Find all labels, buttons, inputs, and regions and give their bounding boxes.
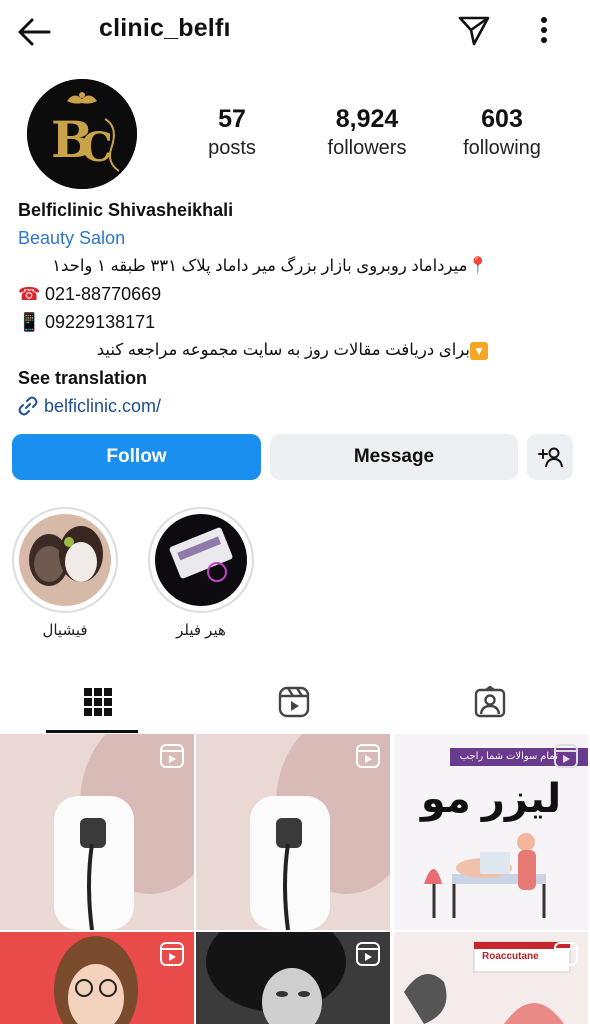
pin-icon: 📍 xyxy=(467,257,488,275)
down-arrow-icon: ▼ xyxy=(470,342,488,360)
profile-name: Belficlinic Shivasheikhali xyxy=(18,200,234,220)
message-button[interactable]: Message xyxy=(270,434,518,480)
follow-button[interactable]: Follow xyxy=(12,434,261,480)
followers-count[interactable]: 8,924 followers xyxy=(307,104,427,162)
reel-badge-icon xyxy=(554,744,578,768)
add-user-icon xyxy=(538,447,563,468)
post-tile[interactable] xyxy=(196,734,390,930)
address-text: میرداماد روبروی بازار بزرگ میر داماد پلا… xyxy=(52,257,468,275)
telephone-icon: ☎ xyxy=(18,284,41,304)
following-count[interactable]: 603 following xyxy=(442,104,562,162)
back-arrow-icon xyxy=(18,18,51,46)
profile-category[interactable]: Beauty Salon xyxy=(18,224,578,252)
highlight-facial-label: فیشیال xyxy=(42,622,88,639)
highlight-hair-filler[interactable]: هیر فیلر xyxy=(147,507,255,639)
profile-bio: Belficlinic Shivasheikhali Beauty Salon … xyxy=(18,196,578,420)
note-line: ▼برای دریافت مقالات روز به سایت مجموعه م… xyxy=(18,336,488,364)
following-label: following xyxy=(463,137,541,159)
highlight-hair-filler-image xyxy=(155,514,247,606)
highlight-ring xyxy=(148,507,254,613)
more-vertical-icon xyxy=(541,17,547,43)
following-value: 603 xyxy=(481,105,523,133)
highlight-facial[interactable]: فیشیال xyxy=(11,507,119,639)
post-tile[interactable]: Roaccutane xyxy=(394,932,588,1024)
posts-count: 57 posts xyxy=(172,104,292,162)
post-product-label: Roaccutane xyxy=(482,951,539,962)
back-button[interactable] xyxy=(14,12,54,52)
address-line: 📍میرداماد روبروی بازار بزرگ میر داماد پل… xyxy=(18,252,488,280)
reel-badge-icon xyxy=(160,942,184,966)
link-icon xyxy=(18,396,38,416)
post-tile[interactable] xyxy=(0,932,194,1024)
profile-tabs xyxy=(0,672,590,734)
website-link[interactable]: belficlinic.com/ xyxy=(18,392,578,420)
more-options-button[interactable] xyxy=(526,10,562,50)
tab-posts-grid[interactable] xyxy=(0,672,196,732)
posts-grid: تمام سوالات شما راجب لیزر مو Roaccutane xyxy=(0,734,590,1024)
tab-tagged[interactable] xyxy=(392,672,588,732)
tab-reels[interactable] xyxy=(196,672,392,732)
top-bar: clinic_belfı xyxy=(0,0,590,62)
tagged-user-icon xyxy=(474,686,506,718)
mobile-text: 09229138171 xyxy=(45,312,156,332)
posts-label: posts xyxy=(208,137,256,159)
suggested-accounts-button[interactable] xyxy=(527,434,573,480)
see-translation-link[interactable]: See translation xyxy=(18,364,578,392)
reel-badge-icon xyxy=(160,744,184,768)
paper-plane-icon xyxy=(458,16,490,46)
profile-username: clinic_belfı xyxy=(99,14,231,42)
highlight-hair-filler-label: هیر فیلر xyxy=(176,622,226,639)
reel-badge-icon xyxy=(356,744,380,768)
svg-text:C: C xyxy=(81,124,113,171)
followers-value: 8,924 xyxy=(335,105,399,133)
website-text: belficlinic.com/ xyxy=(44,396,162,416)
phone-line: ☎ 021-88770669 xyxy=(18,280,578,308)
followers-label: followers xyxy=(327,137,407,159)
mobile-phone-icon: 📱 xyxy=(18,312,41,332)
share-button[interactable] xyxy=(454,10,494,50)
posts-value: 57 xyxy=(218,105,246,133)
post-tile[interactable]: تمام سوالات شما راجب لیزر مو xyxy=(394,734,588,930)
note-text: برای دریافت مقالات روز به سایت مجموعه مر… xyxy=(96,341,470,359)
post-tile[interactable] xyxy=(0,734,194,930)
active-tab-indicator xyxy=(46,730,138,733)
reel-badge-icon xyxy=(554,942,578,966)
highlight-facial-image xyxy=(19,514,111,606)
reel-badge-icon xyxy=(356,942,380,966)
reels-icon xyxy=(278,686,310,718)
clinic-logo-icon: B C xyxy=(27,79,137,189)
post-tile[interactable] xyxy=(196,932,390,1024)
highlight-ring xyxy=(12,507,118,613)
mobile-line: 📱 09229138171 xyxy=(18,308,578,336)
grid-icon xyxy=(84,688,112,716)
profile-avatar[interactable]: B C xyxy=(27,79,137,189)
phone-text: 021-88770669 xyxy=(45,284,162,304)
